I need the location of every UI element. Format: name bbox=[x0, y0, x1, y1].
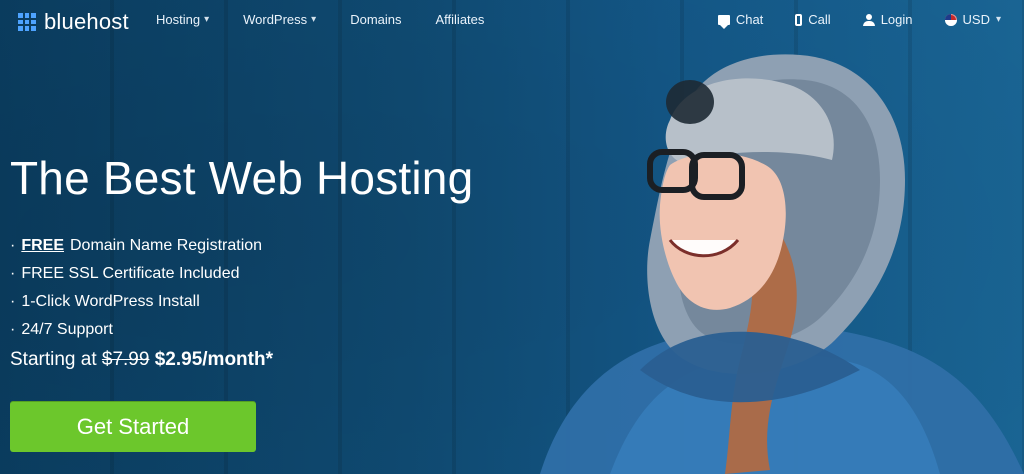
nav-item-domains[interactable]: Domains bbox=[350, 12, 401, 27]
nav-item-hosting[interactable]: Hosting ▾ bbox=[156, 12, 209, 27]
benefit-text: FREE SSL Certificate Included bbox=[21, 265, 240, 282]
chevron-down-icon: ▾ bbox=[995, 14, 1001, 25]
user-icon bbox=[862, 13, 875, 26]
utility-nav: Chat Call Login USD ▾ bbox=[717, 12, 1001, 29]
grid-icon bbox=[18, 13, 36, 31]
bullet-dot: · bbox=[10, 293, 16, 310]
primary-nav: Hosting ▾ WordPress ▾ Domains Affiliates bbox=[156, 12, 484, 27]
nav-call[interactable]: Call bbox=[795, 12, 831, 27]
nav-login[interactable]: Login bbox=[862, 12, 913, 27]
bullet-dot: · bbox=[10, 237, 16, 254]
benefit-text: Domain Name Registration bbox=[70, 237, 263, 254]
benefit-item: · FREE Domain Name Registration bbox=[10, 232, 262, 260]
chevron-down-icon: ▾ bbox=[311, 14, 317, 25]
bullet-dot: · bbox=[10, 265, 16, 282]
price-label: Starting at bbox=[10, 349, 97, 370]
nav-item-label: Affiliates bbox=[435, 12, 485, 27]
nav-call-label: Call bbox=[808, 12, 831, 27]
benefit-item: · FREE SSL Certificate Included bbox=[10, 260, 262, 288]
nav-item-label: Domains bbox=[350, 12, 402, 27]
nav-chat[interactable]: Chat bbox=[717, 12, 764, 29]
phone-icon bbox=[795, 13, 803, 26]
price-new: $2.95/month* bbox=[154, 349, 273, 370]
nav-item-label: WordPress bbox=[243, 12, 308, 27]
benefit-emphasis: FREE bbox=[21, 237, 64, 254]
hero-benefits-list: · FREE Domain Name Registration · FREE S… bbox=[10, 232, 262, 344]
hero-person-illustration bbox=[540, 54, 1024, 474]
nav-currency[interactable]: USD ▾ bbox=[944, 12, 1001, 27]
bullet-dot: · bbox=[10, 321, 16, 338]
hero-title: The Best Web Hosting bbox=[10, 152, 474, 204]
benefit-text: 24/7 Support bbox=[21, 321, 113, 338]
price-old: $7.99 bbox=[101, 349, 150, 370]
chevron-down-icon: ▾ bbox=[204, 14, 210, 25]
nav-login-label: Login bbox=[880, 12, 913, 27]
pricing-line: Starting at $7.99 $2.95/month* bbox=[10, 349, 273, 371]
nav-item-label: Hosting bbox=[156, 12, 201, 27]
top-navigation: bluehost Hosting ▾ WordPress ▾ Domains A… bbox=[0, 0, 1024, 40]
nav-currency-label: USD bbox=[962, 12, 990, 27]
benefit-text: 1-Click WordPress Install bbox=[21, 293, 200, 310]
benefit-item: · 24/7 Support bbox=[10, 316, 262, 344]
flag-icon bbox=[944, 13, 957, 26]
brand-name: bluehost bbox=[44, 9, 129, 34]
nav-chat-label: Chat bbox=[735, 12, 764, 27]
nav-item-affiliates[interactable]: Affiliates bbox=[436, 12, 485, 27]
nav-item-wordpress[interactable]: WordPress ▾ bbox=[243, 12, 316, 27]
get-started-button[interactable]: Get Started bbox=[10, 401, 256, 452]
chat-icon bbox=[717, 14, 730, 29]
benefit-item: · 1-Click WordPress Install bbox=[10, 288, 262, 316]
brand[interactable]: bluehost bbox=[18, 9, 129, 35]
